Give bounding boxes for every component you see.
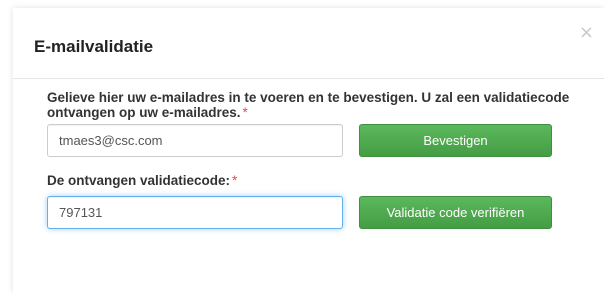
email-instruction-label: Gelieve hier uw e-mailadres in te voeren…	[47, 90, 570, 120]
validation-code-label: De ontvangen validatiecode: *	[47, 173, 237, 188]
verify-code-button[interactable]: Validatie code verifiëren	[359, 196, 552, 229]
email-input[interactable]	[47, 124, 343, 157]
validation-code-input[interactable]	[47, 196, 343, 229]
close-icon[interactable]: ×	[579, 24, 594, 42]
required-marker: *	[232, 173, 238, 188]
required-marker: *	[242, 105, 248, 120]
validation-code-label-text: De ontvangen validatiecode:	[47, 173, 231, 188]
email-instruction-text: Gelieve hier uw e-mailadres in te voeren…	[47, 90, 577, 120]
dialog-header: E-mailvalidatie ×	[13, 8, 604, 79]
confirm-button[interactable]: Bevestigen	[359, 124, 552, 157]
dialog-title: E-mailvalidatie	[34, 37, 154, 56]
